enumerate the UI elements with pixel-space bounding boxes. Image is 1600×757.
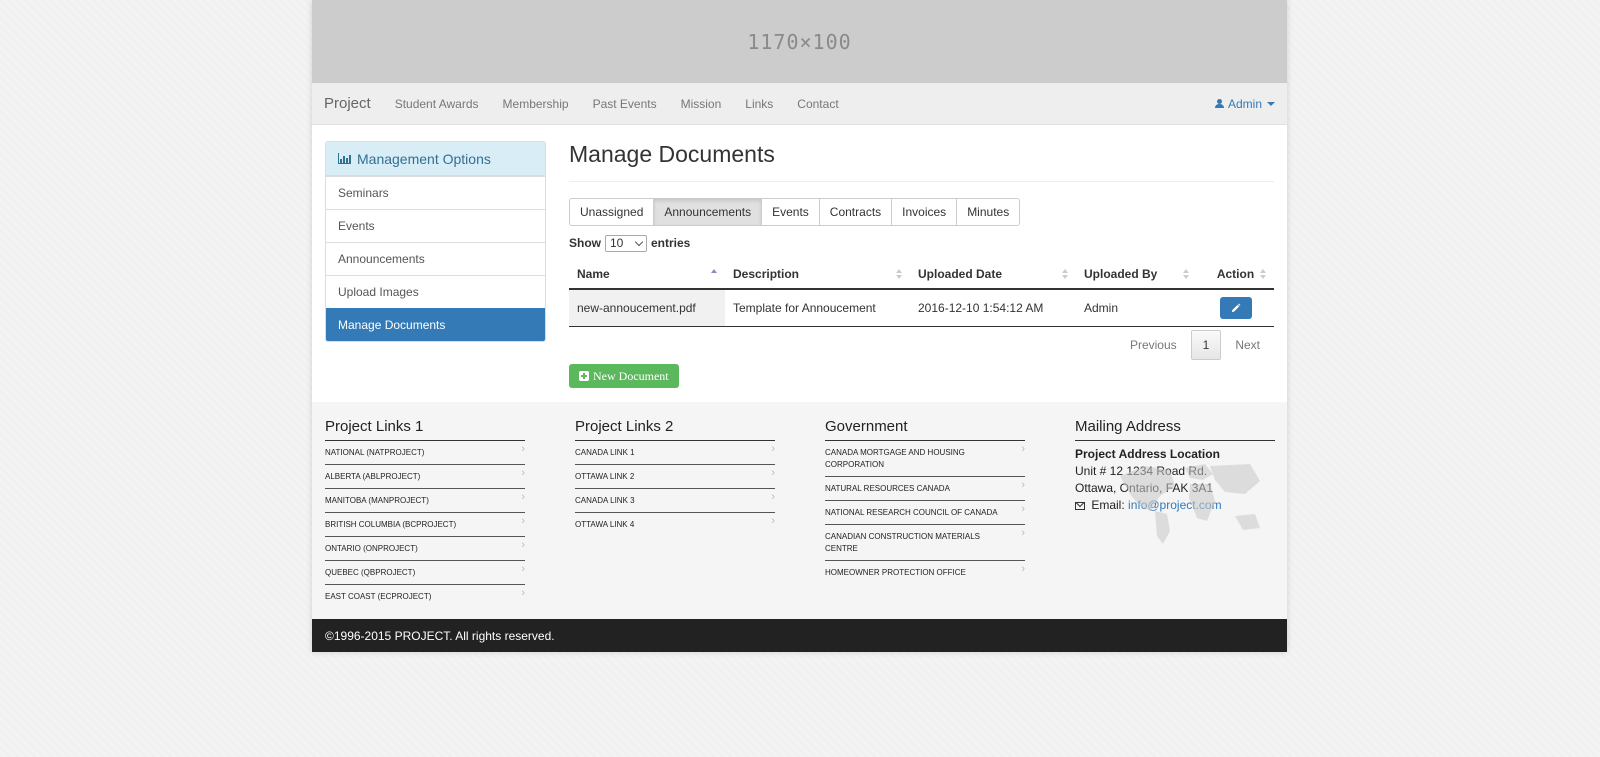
cell-uploaded-by: Admin <box>1076 289 1197 327</box>
column-header-action[interactable]: Action <box>1197 259 1274 290</box>
caret-down-icon <box>1267 101 1275 106</box>
sidebar-item-upload-images[interactable]: Upload Images <box>326 275 545 308</box>
sidebar-item-seminars[interactable]: Seminars <box>326 176 545 209</box>
footer-government-links: Government CANADA MORTGAGE AND HOUSING C… <box>825 418 1025 584</box>
brand-link[interactable]: Project <box>324 95 371 112</box>
footer-link[interactable]: NATURAL RESOURCES CANADA <box>825 477 1025 501</box>
sort-icon <box>1260 269 1266 279</box>
page-title: Manage Documents <box>569 141 775 167</box>
footer-link[interactable]: OTTAWA LINK 2 <box>575 465 775 489</box>
footer-link[interactable]: BRITISH COLUMBIA (BCPROJECT) <box>325 513 525 537</box>
footer-link[interactable]: ONTARIO (ONPROJECT) <box>325 537 525 561</box>
user-name: Admin <box>1227 96 1262 111</box>
footer-link[interactable]: NATIONAL RESEARCH COUNCIL OF CANADA <box>825 501 1025 525</box>
world-map-icon <box>1120 464 1260 544</box>
new-document-button[interactable]: New Document <box>569 364 679 388</box>
nav-links[interactable]: Links <box>733 97 785 111</box>
footer-mailing-address: Mailing Address Project Address Location… <box>1075 418 1275 544</box>
tab-unassigned[interactable]: Unassigned <box>570 199 654 225</box>
column-header-uploaded-by[interactable]: Uploaded By <box>1076 259 1197 290</box>
footer-link[interactable]: NATIONAL (NATPROJECT) <box>325 441 525 465</box>
show-label: Show <box>569 236 601 250</box>
copyright-bar: ©1996-2015 PROJECT. All rights reserved. <box>312 619 1287 652</box>
sidebar-heading: Management Options <box>326 142 545 176</box>
footer-link[interactable]: CANADA LINK 1 <box>575 441 775 465</box>
mailing-address-block: Project Address Location Unit # 12 1234 … <box>1075 446 1275 544</box>
footer-link[interactable]: CANADA MORTGAGE AND HOUSING CORPORATION <box>825 441 1025 477</box>
footer-heading: Mailing Address <box>1075 418 1275 441</box>
column-header-description[interactable]: Description <box>725 259 910 290</box>
table-header-row: Name Description Uploaded Date Uploaded … <box>569 259 1274 290</box>
footer-link[interactable]: OTTAWA LINK 4 <box>575 513 775 536</box>
footer-link[interactable]: EAST COAST (ECPROJECT) <box>325 585 525 608</box>
nav-student-awards[interactable]: Student Awards <box>383 97 491 111</box>
tab-events[interactable]: Events <box>761 199 819 225</box>
footer-heading: Project Links 2 <box>575 418 775 441</box>
user-menu-dropdown[interactable]: Admin <box>1214 83 1275 124</box>
sort-icon <box>1183 269 1189 279</box>
footer: Project Links 1 NATIONAL (NATPROJECT) AL… <box>312 402 1287 619</box>
entries-value: 10 <box>610 236 624 250</box>
main-content: Manage Documents Unassigned Announcement… <box>569 138 1274 388</box>
page-container: 1170×100 Project Student Awards Membersh… <box>312 0 1287 652</box>
footer-project-links-2: Project Links 2 CANADA LINK 1 OTTAWA LIN… <box>575 418 775 536</box>
plus-square-icon <box>579 371 589 381</box>
entries-length-control: Show 10 entries <box>569 234 1274 252</box>
cell-description: Template for Annoucement <box>725 289 910 327</box>
nav-membership[interactable]: Membership <box>491 97 581 111</box>
sort-icon <box>896 269 902 279</box>
new-document-label: New Document <box>593 368 669 383</box>
sidebar-item-manage-documents[interactable]: Manage Documents <box>326 308 545 341</box>
cell-uploaded-date: 2016-12-10 1:54:12 AM <box>910 289 1076 327</box>
footer-heading: Project Links 1 <box>325 418 525 441</box>
title-divider <box>569 181 1274 182</box>
footer-link[interactable]: HOMEOWNER PROTECTION OFFICE <box>825 561 1025 584</box>
top-navbar: Project Student Awards Membership Past E… <box>312 83 1287 125</box>
footer-link[interactable]: MANITOBA (MANPROJECT) <box>325 489 525 513</box>
sidebar-title: Management Options <box>357 150 491 167</box>
table-row: new-annoucement.pdf Template for Annouce… <box>569 289 1274 327</box>
sidebar-item-events[interactable]: Events <box>326 209 545 242</box>
nav-past-events[interactable]: Past Events <box>581 97 669 111</box>
envelope-icon <box>1075 502 1085 510</box>
documents-table: Name Description Uploaded Date Uploaded … <box>569 259 1274 327</box>
entries-label: entries <box>651 236 691 250</box>
banner-placeholder: 1170×100 <box>312 0 1287 83</box>
tab-announcements[interactable]: Announcements <box>653 199 762 225</box>
pagination: Previous 1 Next <box>569 330 1274 360</box>
sort-asc-icon <box>711 269 717 279</box>
sort-icon <box>1062 269 1068 279</box>
footer-link[interactable]: QUEBEC (QBPROJECT) <box>325 561 525 585</box>
nav-mission[interactable]: Mission <box>669 97 734 111</box>
sidebar-item-announcements[interactable]: Announcements <box>326 242 545 275</box>
column-header-name[interactable]: Name <box>569 259 725 290</box>
tab-contracts[interactable]: Contracts <box>818 199 892 225</box>
footer-link[interactable]: CANADIAN CONSTRUCTION MATERIALS CENTRE <box>825 525 1025 561</box>
cell-action <box>1197 289 1274 327</box>
user-icon <box>1214 99 1224 108</box>
edit-button[interactable] <box>1219 297 1252 319</box>
tab-minutes[interactable]: Minutes <box>956 199 1020 225</box>
nav-contact[interactable]: Contact <box>785 97 850 111</box>
cell-name: new-annoucement.pdf <box>569 289 725 327</box>
banner-size-text: 1170×100 <box>747 29 852 54</box>
pagination-next[interactable]: Next <box>1221 330 1274 360</box>
pencil-icon <box>1231 303 1241 312</box>
footer-heading: Government <box>825 418 1025 441</box>
footer-project-links-1: Project Links 1 NATIONAL (NATPROJECT) AL… <box>325 418 525 608</box>
tab-invoices[interactable]: Invoices <box>891 199 957 225</box>
bar-chart-icon <box>338 153 351 164</box>
column-header-uploaded-date[interactable]: Uploaded Date <box>910 259 1076 290</box>
copyright-text: ©1996-2015 PROJECT. All rights reserved. <box>325 628 555 643</box>
document-category-tabs: Unassigned Announcements Events Contract… <box>569 198 1021 226</box>
pagination-previous[interactable]: Previous <box>1116 330 1191 360</box>
entries-select[interactable]: 10 <box>605 234 647 252</box>
footer-link[interactable]: ALBERTA (ABLPROJECT) <box>325 465 525 489</box>
management-sidebar: Management Options Seminars Events Annou… <box>325 141 546 342</box>
chevron-down-icon <box>634 237 644 246</box>
footer-link[interactable]: CANADA LINK 3 <box>575 489 775 513</box>
pagination-page-1[interactable]: 1 <box>1190 330 1222 360</box>
